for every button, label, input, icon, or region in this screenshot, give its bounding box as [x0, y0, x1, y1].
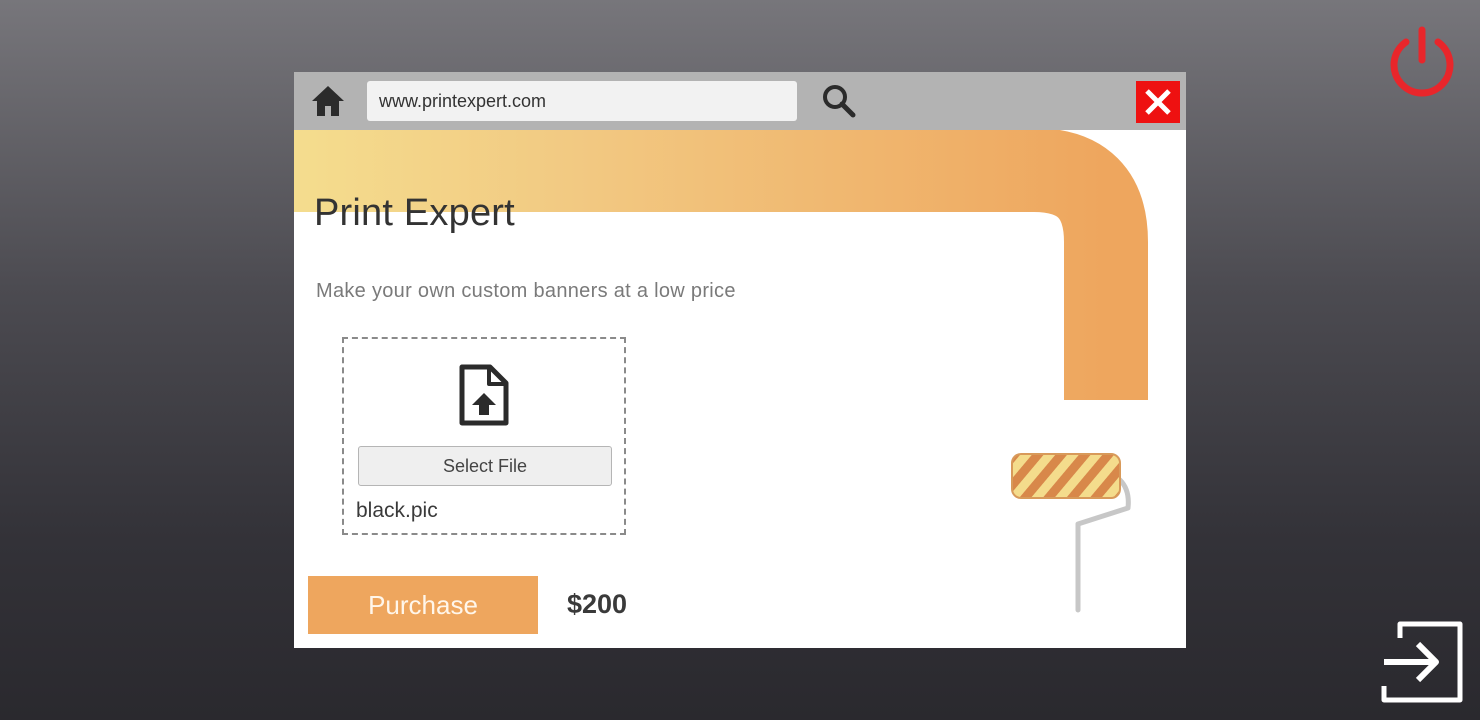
- close-icon: [1145, 89, 1171, 115]
- file-upload-icon: [459, 364, 509, 426]
- url-field[interactable]: [367, 81, 797, 121]
- browser-window: Print Expert Make your own custom banner…: [294, 72, 1186, 648]
- exit-button[interactable]: [1376, 616, 1468, 708]
- purchase-button[interactable]: Purchase: [308, 576, 538, 634]
- select-file-button[interactable]: Select File: [358, 446, 612, 486]
- power-icon: [1390, 26, 1454, 97]
- close-button[interactable]: [1136, 81, 1180, 123]
- file-upload-area[interactable]: Select File black.pic: [342, 337, 626, 535]
- site-title: Print Expert: [314, 192, 515, 234]
- tagline: Make your own custom banners at a low pr…: [316, 280, 736, 302]
- roller-handle: [1075, 477, 1131, 613]
- home-icon: [312, 86, 344, 116]
- roller: [1012, 454, 1120, 498]
- search-button[interactable]: [820, 82, 858, 120]
- browser-toolbar: [294, 72, 1186, 130]
- power-button[interactable]: [1384, 22, 1460, 98]
- home-button[interactable]: [310, 84, 346, 118]
- price-label: $200: [567, 589, 628, 619]
- selected-file-name: black.pic: [356, 499, 438, 522]
- search-icon: [823, 85, 856, 118]
- exit-icon: [1381, 621, 1463, 703]
